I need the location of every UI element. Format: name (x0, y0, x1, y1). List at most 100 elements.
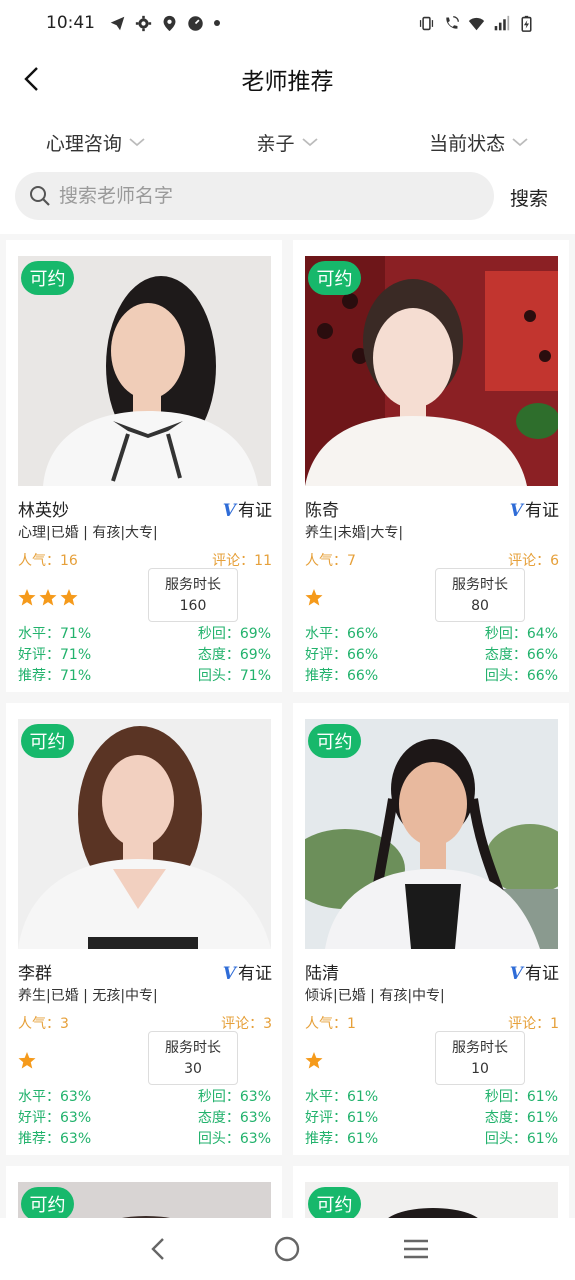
back-arrow-icon[interactable] (18, 64, 48, 94)
star-icon (39, 589, 57, 606)
search-row: 搜索 (0, 172, 575, 234)
metric-recommend: 推荐：63% (18, 1131, 92, 1147)
chevron-down-icon (512, 138, 528, 147)
metric-attitude: 态度：63% (197, 1110, 271, 1126)
metric-rating: 好评：66% (305, 647, 379, 663)
metric-reply: 秒回：63% (197, 1089, 271, 1105)
metric-rating: 好评：63% (18, 1110, 92, 1126)
available-badge: 可约 (21, 724, 74, 758)
available-badge: 可约 (308, 724, 361, 758)
vibrate-icon (419, 16, 434, 30)
metric-recommend: 推荐：61% (305, 1131, 379, 1147)
metric-returning: 回头：63% (197, 1131, 271, 1147)
teacher-photo: 可约 (18, 1182, 271, 1218)
teacher-metrics: 水平：61% 秒回：61% 好评：61% 态度：61% 推荐：61% 回头：61% (305, 1087, 558, 1150)
service-duration-value: 30 (184, 1061, 202, 1077)
teacher-tags: 养生|已婚 | 无孩|中专| (18, 988, 158, 1004)
metric-reply: 秒回：61% (484, 1089, 558, 1105)
filter-status[interactable]: 当前状态 (383, 129, 575, 156)
available-badge: 可约 (21, 261, 74, 295)
speedometer-icon (188, 15, 203, 31)
service-duration-label: 服务时长 (452, 577, 508, 593)
teacher-photo: 可约 (18, 256, 271, 486)
service-duration-value: 160 (179, 598, 207, 614)
filter-bar: 心理咨询 亲子 当前状态 (0, 112, 575, 172)
teacher-photo: 可约 (305, 256, 558, 486)
teacher-tags: 养生|未婚|大专| (305, 525, 404, 541)
comments-count: 评论：6 (508, 553, 559, 569)
teacher-card[interactable]: 可约 林英妙 V 有证 心理|已婚 | 有孩|大专| 人气：16 评论：11 服务… (6, 240, 282, 692)
wifi-call-icon (446, 15, 459, 29)
back-icon[interactable] (144, 1234, 174, 1264)
verified-v-icon: V (509, 501, 523, 521)
verified-badge: V 有证 (510, 959, 559, 984)
teacher-card[interactable]: 可约 陈奇 V 有证 养生|未婚|大专| 人气：7 评论：6 服务时长 80 水平… (293, 240, 569, 692)
gear-icon (135, 15, 152, 31)
service-duration-label: 服务时长 (165, 1040, 221, 1056)
star-icon (305, 589, 323, 606)
verified-label: 有证 (525, 501, 559, 521)
search-input[interactable] (59, 185, 459, 207)
service-duration-label: 服务时长 (165, 577, 221, 593)
available-badge: 可约 (308, 261, 361, 295)
metric-returning: 回头：66% (484, 668, 558, 684)
search-button[interactable]: 搜索 (510, 184, 548, 211)
chevron-down-icon (301, 138, 318, 147)
home-icon[interactable] (272, 1234, 302, 1264)
chevron-down-icon (129, 138, 145, 147)
service-duration: 服务时长 10 (435, 1031, 525, 1085)
system-nav-bar (0, 1218, 575, 1280)
teacher-name: 林英妙 (18, 501, 69, 521)
verified-label: 有证 (525, 964, 559, 984)
menu-icon[interactable] (401, 1234, 431, 1264)
metric-recommend: 推荐：71% (18, 668, 92, 684)
teacher-photo: 可约 (305, 1182, 558, 1218)
filter-type-label: 亲子 (256, 132, 295, 155)
location-icon (163, 15, 176, 31)
star-rating (18, 589, 78, 606)
metric-level: 水平：63% (18, 1089, 92, 1105)
title-bar: 老师推荐 (0, 46, 575, 112)
filter-type[interactable]: 亲子 (192, 129, 384, 156)
teacher-name: 陈奇 (305, 501, 339, 521)
metric-rating: 好评：71% (18, 647, 92, 663)
verified-badge: V 有证 (223, 959, 272, 984)
comments-count: 评论：1 (508, 1016, 559, 1032)
service-duration: 服务时长 30 (148, 1031, 238, 1085)
star-rating (305, 1052, 323, 1069)
telegram-icon (110, 16, 125, 30)
teacher-name: 李群 (18, 964, 52, 984)
signal-icon (494, 15, 510, 30)
search-icon (30, 186, 50, 206)
verified-badge: V 有证 (510, 496, 559, 521)
filter-category[interactable]: 心理咨询 (0, 129, 192, 156)
teacher-card[interactable]: 可约 (6, 1166, 282, 1218)
comments-count: 评论：11 (212, 553, 272, 569)
service-duration-value: 80 (471, 598, 489, 614)
metric-attitude: 态度：61% (484, 1110, 558, 1126)
filter-category-label: 心理咨询 (45, 132, 122, 155)
service-duration-value: 10 (471, 1061, 489, 1077)
available-badge: 可约 (21, 1187, 74, 1218)
teacher-photo: 可约 (18, 719, 271, 949)
teacher-metrics: 水平：63% 秒回：63% 好评：63% 态度：63% 推荐：63% 回头：63% (18, 1087, 271, 1150)
filter-status-label: 当前状态 (429, 132, 506, 155)
battery-icon (521, 15, 532, 32)
wifi-icon (468, 17, 485, 30)
comments-count: 评论：3 (221, 1016, 272, 1032)
metric-attitude: 态度：69% (197, 647, 271, 663)
verified-badge: V 有证 (223, 496, 272, 521)
star-rating (305, 589, 323, 606)
teacher-metrics: 水平：66% 秒回：64% 好评：66% 态度：66% 推荐：66% 回头：66% (305, 624, 558, 687)
teacher-card[interactable]: 可约 陆清 V 有证 倾诉|已婚 | 有孩|中专| 人气：1 评论：1 服务时长 … (293, 703, 569, 1155)
popularity: 人气：3 (18, 1016, 69, 1032)
popularity: 人气：7 (305, 553, 356, 569)
teacher-photo: 可约 (305, 719, 558, 949)
metric-level: 水平：61% (305, 1089, 379, 1105)
metric-reply: 秒回：64% (484, 626, 558, 642)
popularity: 人气：1 (305, 1016, 356, 1032)
teacher-card[interactable]: 可约 (293, 1166, 569, 1218)
teacher-card[interactable]: 可约 李群 V 有证 养生|已婚 | 无孩|中专| 人气：3 评论：3 服务时长 … (6, 703, 282, 1155)
verified-label: 有证 (238, 501, 272, 521)
star-icon (18, 589, 36, 606)
